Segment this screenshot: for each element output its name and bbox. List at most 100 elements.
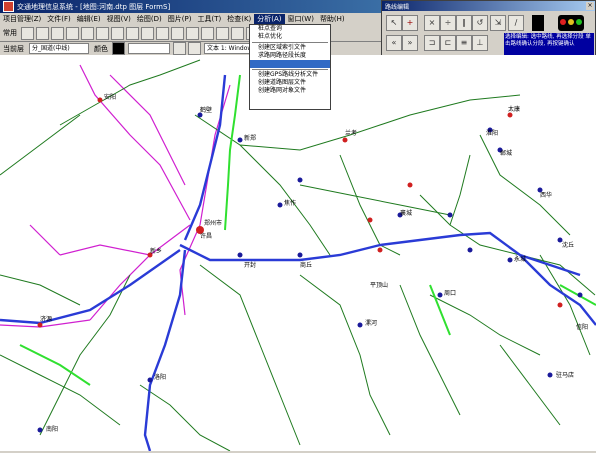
menu-file[interactable]: 文件(F) (44, 14, 74, 24)
map-label: 南阳 (46, 425, 58, 433)
map-canvas[interactable]: 郑州市 新郑 商丘 开封 兰考 永城 安阳 鹤壁 新乡 焦作 济源 洛阳 平顶山… (0, 55, 596, 452)
city-marker[interactable] (377, 247, 383, 253)
railways (19, 74, 596, 386)
merge-icon[interactable]: ∥ (456, 15, 472, 31)
reverse-icon[interactable]: ↺ (472, 15, 488, 31)
color-label: 颜色 (94, 44, 108, 53)
table-icon[interactable] (156, 26, 169, 40)
map-label: 沈丘 (562, 241, 574, 249)
city-marker[interactable] (297, 252, 303, 258)
city-marker[interactable] (147, 377, 153, 383)
pan-icon[interactable] (201, 26, 214, 40)
national-roads (0, 59, 596, 452)
city-marker[interactable] (277, 202, 283, 208)
menu-check[interactable]: 检查(K) (224, 14, 254, 24)
map-label: 信阳 (576, 323, 588, 331)
segment-icon[interactable]: ⊥ (472, 35, 488, 51)
menu-item-gps-file[interactable]: 创建GPS路线分析文件 (250, 71, 330, 79)
menu-item-stake-optimize[interactable]: 桩点优化 (250, 33, 330, 41)
menu-item-stake-query[interactable]: 桩点查询 (250, 25, 330, 33)
road-network-map[interactable]: 郑州市 新郑 商丘 开封 兰考 永城 安阳 鹤壁 新乡 焦作 济源 洛阳 平顶山… (0, 55, 596, 452)
map-label: 西华 (540, 191, 552, 199)
map-label: 漯河 (365, 319, 377, 327)
bold-icon[interactable] (173, 42, 186, 55)
city-marker[interactable] (507, 257, 513, 263)
map-label: 新乡 (150, 247, 162, 255)
city-marker[interactable] (507, 112, 513, 118)
menu-item-road-layer[interactable]: 创建道路图层文件 (250, 79, 330, 87)
menu-analysis[interactable]: 分析(A) (254, 14, 285, 24)
city-marker[interactable] (467, 247, 473, 253)
menu-window[interactable]: 窗口(W) (285, 14, 317, 24)
map-label: 安阳 (104, 93, 116, 101)
city-marker[interactable] (97, 97, 103, 103)
city-marker[interactable] (357, 322, 363, 328)
undo-icon[interactable] (126, 26, 139, 40)
city-marker[interactable] (447, 212, 453, 218)
app-icon (3, 1, 14, 12)
map-label: 许昌 (200, 232, 212, 240)
paste-icon[interactable] (111, 26, 124, 40)
open-icon[interactable] (36, 26, 49, 40)
close-icon[interactable]: × (586, 2, 594, 10)
new-icon[interactable] (21, 26, 34, 40)
print-icon[interactable] (66, 26, 79, 40)
save-icon[interactable] (51, 26, 64, 40)
menu-item-path-length[interactable]: 求路网路径段长度 (250, 52, 330, 60)
menu-item-create-index[interactable]: 创建区域索引文件 (250, 44, 330, 52)
next-icon[interactable]: » (402, 35, 418, 51)
menu-draw[interactable]: 绘图(D) (134, 14, 165, 24)
city-marker[interactable] (367, 217, 373, 223)
app-title: 交通地理信息系统 - [地图:河南.dtp 图层 FormS] (17, 2, 171, 11)
map-label: 周口 (444, 290, 456, 297)
link-icon[interactable]: ⊐ (424, 35, 440, 51)
grid-icon[interactable] (141, 26, 154, 40)
cut-icon[interactable] (81, 26, 94, 40)
traffic-light-icon[interactable] (558, 15, 584, 31)
menu-picture[interactable]: 图片(P) (165, 14, 195, 24)
refresh-icon[interactable] (216, 26, 229, 40)
menu-separator (252, 69, 328, 70)
zoom-out-icon[interactable] (186, 26, 199, 40)
layer-icon[interactable] (231, 26, 244, 40)
city-marker[interactable] (342, 137, 348, 143)
city-marker[interactable] (37, 427, 43, 433)
line-style-select[interactable] (128, 43, 170, 54)
map-labels: 郑州市 新郑 商丘 开封 兰考 永城 安阳 鹤壁 新乡 焦作 济源 洛阳 平顶山… (40, 93, 588, 433)
city-marker[interactable] (237, 252, 243, 258)
menu-item-selected[interactable] (250, 60, 330, 68)
menu-project[interactable]: 项目管理(Z) (0, 14, 44, 24)
menu-item-network-file[interactable]: 创建路网对象文件 (250, 87, 330, 95)
delete-icon[interactable]: × (424, 15, 440, 31)
menu-help[interactable]: 帮助(H) (317, 14, 348, 24)
city-marker[interactable] (577, 292, 583, 298)
menu-view[interactable]: 视图(V) (104, 14, 134, 24)
city-marker[interactable] (547, 372, 553, 378)
layer-label: 当前层 (3, 44, 24, 53)
map-label: 永城 (514, 255, 526, 263)
move-icon[interactable]: ⇲ (490, 15, 506, 31)
italic-icon[interactable] (188, 42, 201, 55)
city-marker[interactable] (237, 137, 243, 143)
city-marker[interactable] (437, 292, 443, 298)
save-route-icon[interactable] (532, 15, 544, 31)
draw-route-icon[interactable]: ∕ (508, 15, 524, 31)
prev-icon[interactable]: « (386, 35, 402, 51)
color-swatch[interactable] (112, 42, 125, 55)
copy-icon[interactable] (96, 26, 109, 40)
add-point-icon[interactable]: + (402, 15, 418, 31)
node-icon[interactable]: ≡ (456, 35, 472, 51)
city-marker[interactable] (407, 182, 413, 188)
map-label: 淮阳 (486, 129, 498, 137)
zoom-in-icon[interactable] (171, 26, 184, 40)
menu-tools[interactable]: 工具(T) (194, 14, 224, 24)
menu-edit[interactable]: 编辑(E) (74, 14, 104, 24)
city-marker[interactable] (297, 177, 303, 183)
pointer-icon[interactable]: ↖ (386, 15, 402, 31)
split-icon[interactable]: ÷ (440, 15, 456, 31)
map-label: 兰考 (345, 129, 357, 137)
layer-select[interactable]: 分_国道(中线) (29, 43, 89, 54)
chain-icon[interactable]: ⊏ (440, 35, 456, 51)
city-marker[interactable] (37, 322, 43, 328)
city-marker[interactable] (557, 302, 563, 308)
